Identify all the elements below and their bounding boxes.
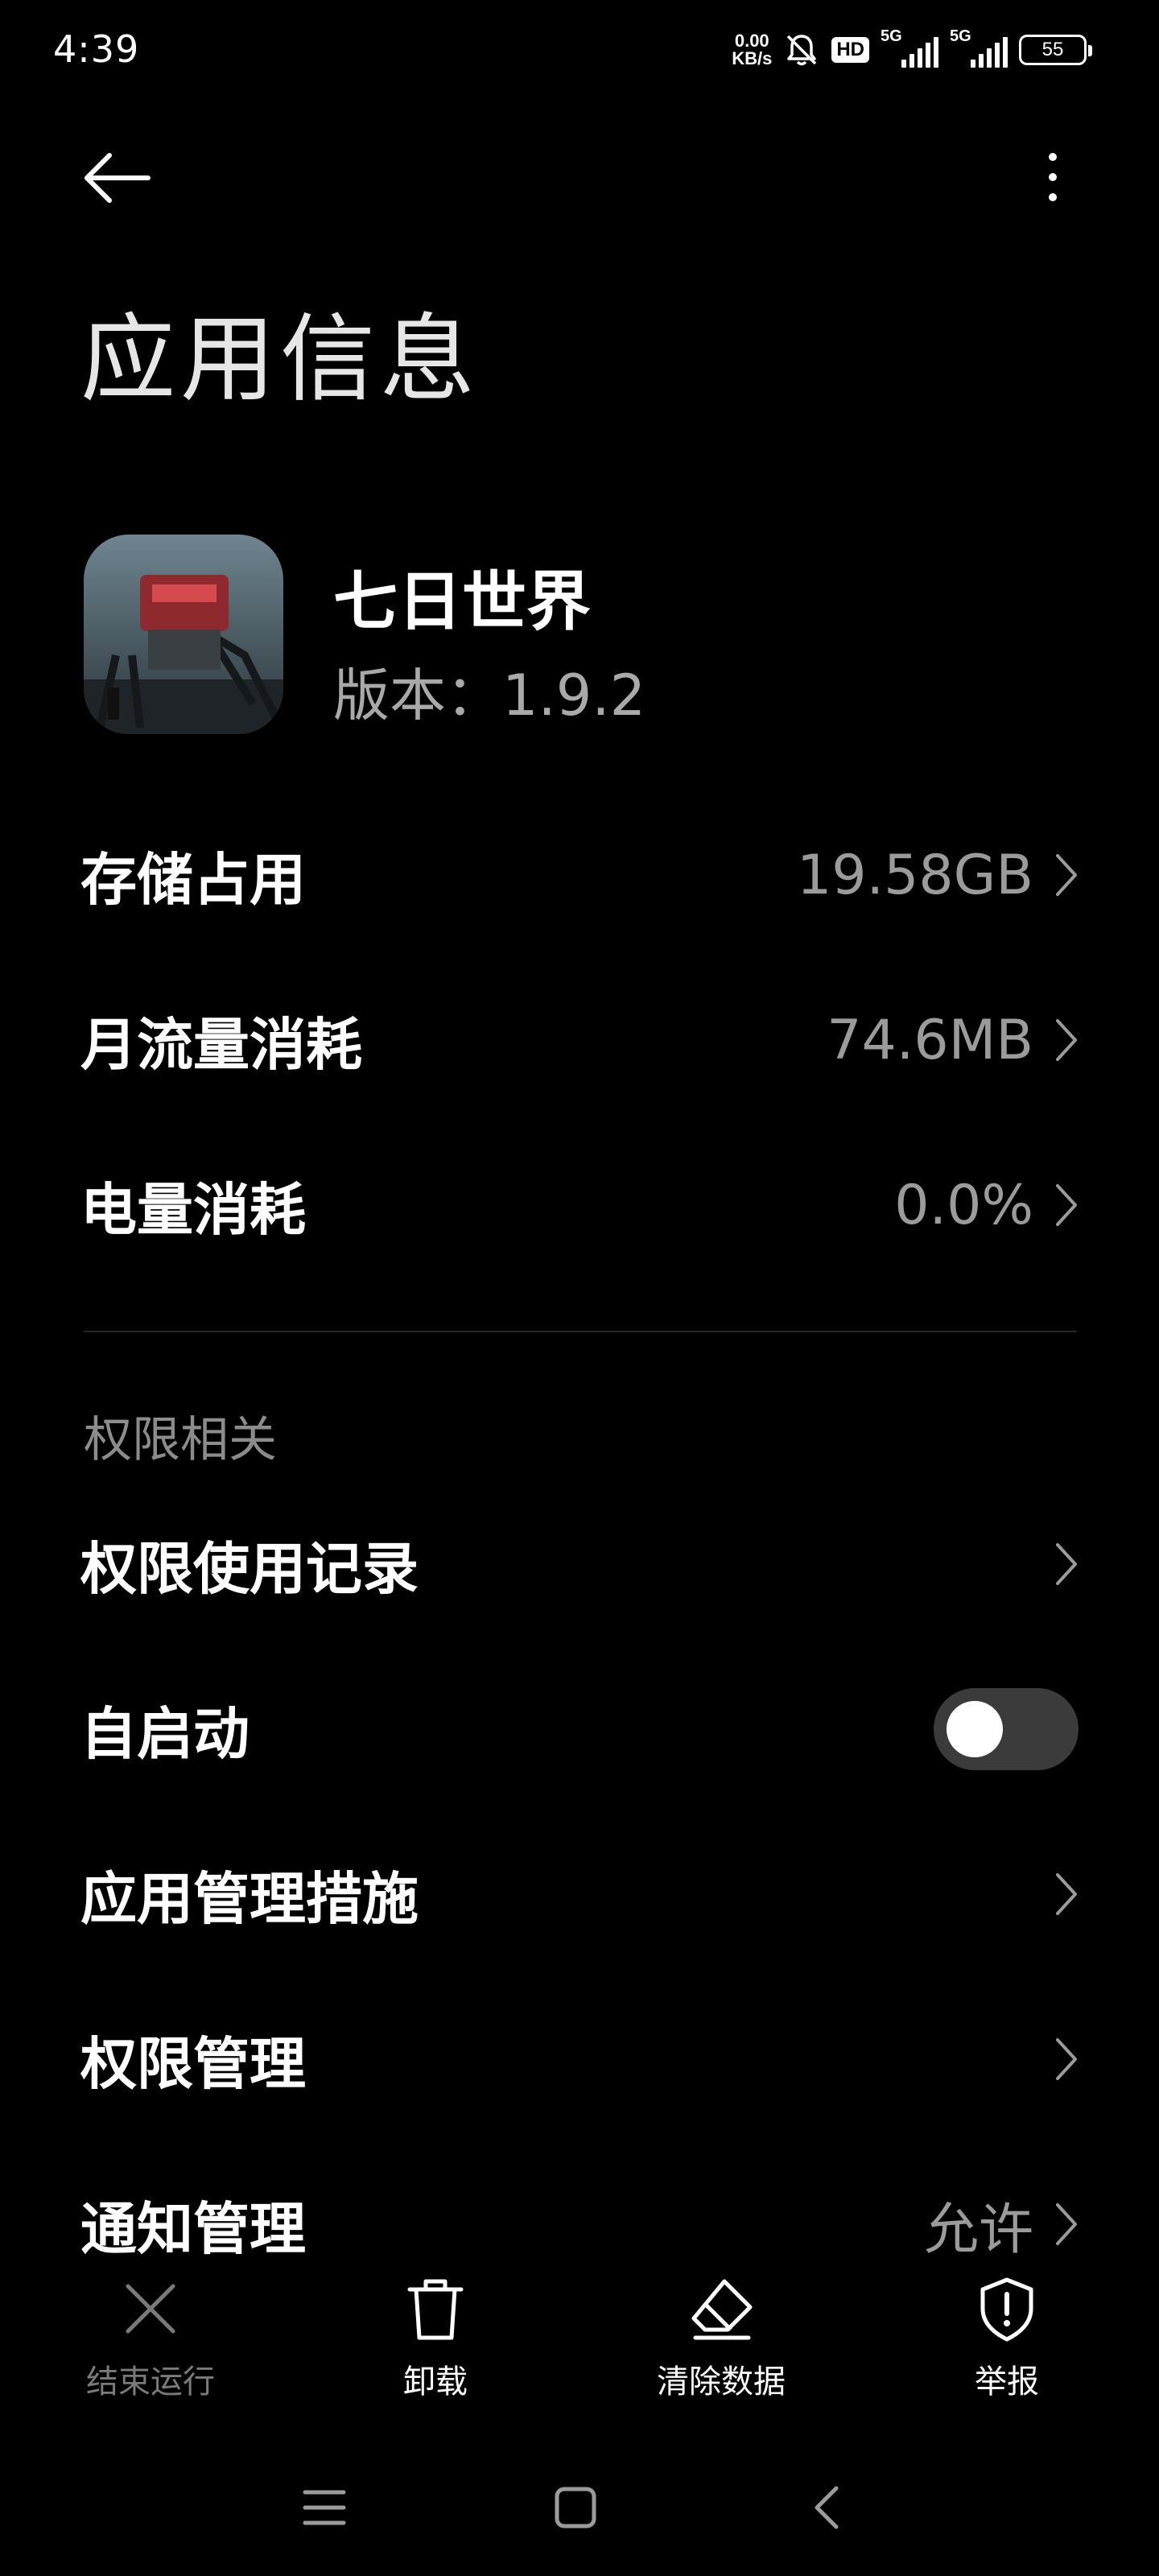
data-usage-row[interactable]: 月流量消耗 74.6MB bbox=[80, 980, 1079, 1100]
permission-management-label: 权限管理 bbox=[80, 2030, 306, 2097]
battery-usage-value: 0.0% bbox=[894, 1173, 1033, 1237]
shield-alert-icon bbox=[980, 2277, 1033, 2342]
more-vertical-icon bbox=[1049, 153, 1057, 161]
app-version: 版本：1.9.2 bbox=[333, 663, 646, 729]
notification-value: 允许 bbox=[923, 2198, 1033, 2262]
close-x-icon bbox=[126, 2284, 175, 2334]
autostart-row[interactable]: 自启动 bbox=[80, 1669, 1079, 1790]
section-title-permissions: 权限相关 bbox=[84, 1412, 277, 1468]
divider bbox=[84, 1331, 1077, 1332]
report-label: 举报 bbox=[975, 2363, 1039, 2401]
hd-label: HD bbox=[836, 39, 864, 60]
signal-2-label: 5G bbox=[950, 27, 971, 45]
uninstall-label: 卸载 bbox=[403, 2363, 468, 2401]
system-back-button[interactable] bbox=[790, 2471, 863, 2544]
permission-usage-record-row[interactable]: 权限使用记录 bbox=[80, 1504, 1079, 1624]
data-usage-value: 74.6MB bbox=[827, 1008, 1033, 1072]
signal-bars-icon bbox=[901, 37, 938, 68]
recent-apps-button[interactable] bbox=[288, 2471, 361, 2544]
notification-management-label: 通知管理 bbox=[80, 2195, 306, 2262]
clear-data-label: 清除数据 bbox=[657, 2363, 786, 2401]
eraser-icon bbox=[691, 2279, 753, 2340]
chevron-right-icon bbox=[1056, 1873, 1077, 1915]
toggle-knob bbox=[947, 1701, 1003, 1757]
chevron-right-icon bbox=[1056, 2038, 1077, 2080]
back-button[interactable] bbox=[80, 149, 155, 207]
chevron-right-icon bbox=[1056, 854, 1077, 896]
battery-usage-row[interactable]: 电量消耗 0.0% bbox=[80, 1145, 1079, 1265]
hd-voice-badge: HD bbox=[831, 37, 869, 63]
back-chevron-icon bbox=[815, 2486, 839, 2529]
network-speed-value: 0.00 bbox=[734, 31, 769, 51]
signal-1: 5G bbox=[881, 27, 938, 69]
more-options-button[interactable] bbox=[1035, 145, 1070, 209]
autostart-label: 自启动 bbox=[80, 1700, 250, 1767]
network-speed: 0.00 KB/s bbox=[732, 32, 772, 68]
battery-icon: 55 bbox=[1019, 35, 1092, 65]
app-management-row[interactable]: 应用管理措施 bbox=[80, 1834, 1079, 1955]
app-management-label: 应用管理措施 bbox=[80, 1865, 419, 1932]
trash-icon bbox=[407, 2279, 464, 2340]
storage-label: 存储占用 bbox=[80, 846, 306, 913]
app-name: 七日世界 bbox=[333, 564, 591, 639]
network-speed-unit: KB/s bbox=[732, 48, 773, 68]
status-icons: 0.00 KB/s HD 5G 5G 55 bbox=[732, 27, 1092, 71]
navigation-bar bbox=[0, 2455, 1159, 2560]
chevron-right-icon bbox=[1056, 1019, 1077, 1061]
clear-data-button[interactable]: 清除数据 bbox=[625, 2275, 818, 2402]
autostart-toggle[interactable] bbox=[934, 1688, 1079, 1770]
signal-2: 5G bbox=[950, 27, 1008, 69]
signal-1-label: 5G bbox=[881, 27, 902, 45]
battery-usage-label: 电量消耗 bbox=[80, 1176, 306, 1243]
chevron-right-icon bbox=[1056, 2203, 1077, 2245]
permission-management-row[interactable]: 权限管理 bbox=[80, 1999, 1079, 2120]
signal-bars-icon bbox=[971, 37, 1008, 68]
menu-icon bbox=[303, 2490, 346, 2525]
action-bar: 结束运行 卸载 清除数据 举报 bbox=[0, 2260, 1159, 2413]
uninstall-button[interactable]: 卸载 bbox=[339, 2275, 532, 2402]
home-button[interactable] bbox=[539, 2471, 612, 2544]
force-stop-label: 结束运行 bbox=[86, 2363, 215, 2401]
app-icon bbox=[84, 535, 283, 734]
report-button[interactable]: 举报 bbox=[910, 2275, 1103, 2402]
chevron-right-icon bbox=[1056, 1184, 1077, 1226]
arrow-left-icon bbox=[85, 153, 151, 203]
status-time: 4:39 bbox=[53, 27, 140, 71]
storage-row[interactable]: 存储占用 19.58GB bbox=[80, 815, 1079, 935]
chevron-right-icon bbox=[1056, 1543, 1077, 1585]
page-title: 应用信息 bbox=[80, 303, 481, 415]
data-usage-label: 月流量消耗 bbox=[80, 1011, 362, 1078]
status-bar: 4:39 0.00 KB/s HD 5G 5G 55 bbox=[0, 0, 1159, 101]
storage-value: 19.58GB bbox=[796, 843, 1033, 907]
silent-bell-icon bbox=[787, 35, 817, 66]
battery-level: 55 bbox=[1041, 39, 1064, 60]
force-stop-button[interactable]: 结束运行 bbox=[54, 2275, 247, 2402]
home-square-icon bbox=[555, 2487, 596, 2529]
permission-usage-record-label: 权限使用记录 bbox=[80, 1535, 419, 1602]
